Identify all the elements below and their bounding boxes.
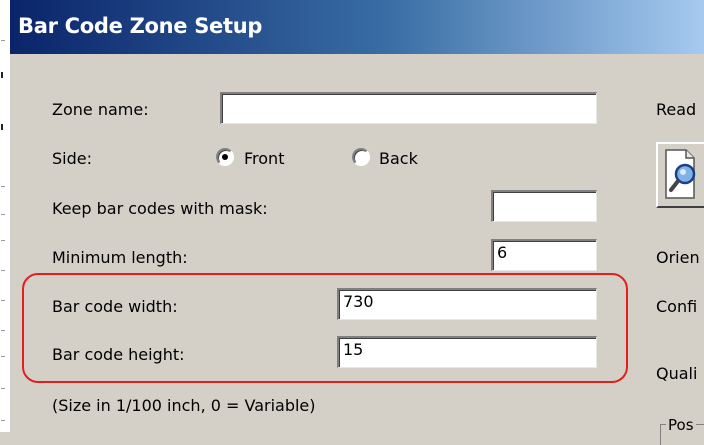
back-radio-label[interactable]: Back <box>379 149 418 168</box>
edge-mark <box>1 124 3 130</box>
edge-mark <box>1 240 5 241</box>
radio-selected-dot <box>222 154 228 160</box>
window-title: Bar Code Zone Setup <box>18 14 263 38</box>
mask-label: Keep bar codes with mask: <box>52 199 268 218</box>
back-radio[interactable] <box>352 148 370 166</box>
edge-mark <box>1 300 5 301</box>
read-label: Read <box>656 100 697 119</box>
orientation-label: Orien <box>656 248 700 267</box>
height-label: Bar code height: <box>52 345 185 364</box>
confidence-label: Confi <box>656 297 698 316</box>
front-radio[interactable] <box>216 148 234 166</box>
min-length-label: Minimum length: <box>52 248 188 267</box>
edge-mark <box>1 72 3 78</box>
edge-mark <box>1 330 5 331</box>
height-field[interactable]: 15 <box>337 336 597 368</box>
magnifier-document-icon <box>665 149 696 199</box>
position-label: Pos <box>666 416 696 434</box>
width-field[interactable]: 730 <box>337 288 597 320</box>
width-label: Bar code width: <box>52 297 178 316</box>
mask-field[interactable] <box>491 190 597 222</box>
edge-mark <box>1 186 5 187</box>
quality-label: Quali <box>656 364 698 383</box>
background-window-edge <box>0 0 10 432</box>
edge-mark <box>1 420 5 421</box>
edge-mark <box>1 356 5 357</box>
edge-mark <box>1 40 5 41</box>
zone-name-label: Zone name: <box>52 100 149 119</box>
title-bar[interactable]: Bar Code Zone Setup <box>10 0 704 54</box>
zone-name-field[interactable] <box>220 92 597 124</box>
size-note: (Size in 1/100 inch, 0 = Variable) <box>52 396 316 415</box>
min-length-field[interactable]: 6 <box>491 239 597 271</box>
side-label: Side: <box>52 149 92 168</box>
front-radio-label[interactable]: Front <box>244 149 284 168</box>
read-button[interactable] <box>656 142 704 208</box>
edge-mark <box>1 270 5 271</box>
edge-mark <box>1 388 5 389</box>
edge-mark <box>1 214 5 215</box>
